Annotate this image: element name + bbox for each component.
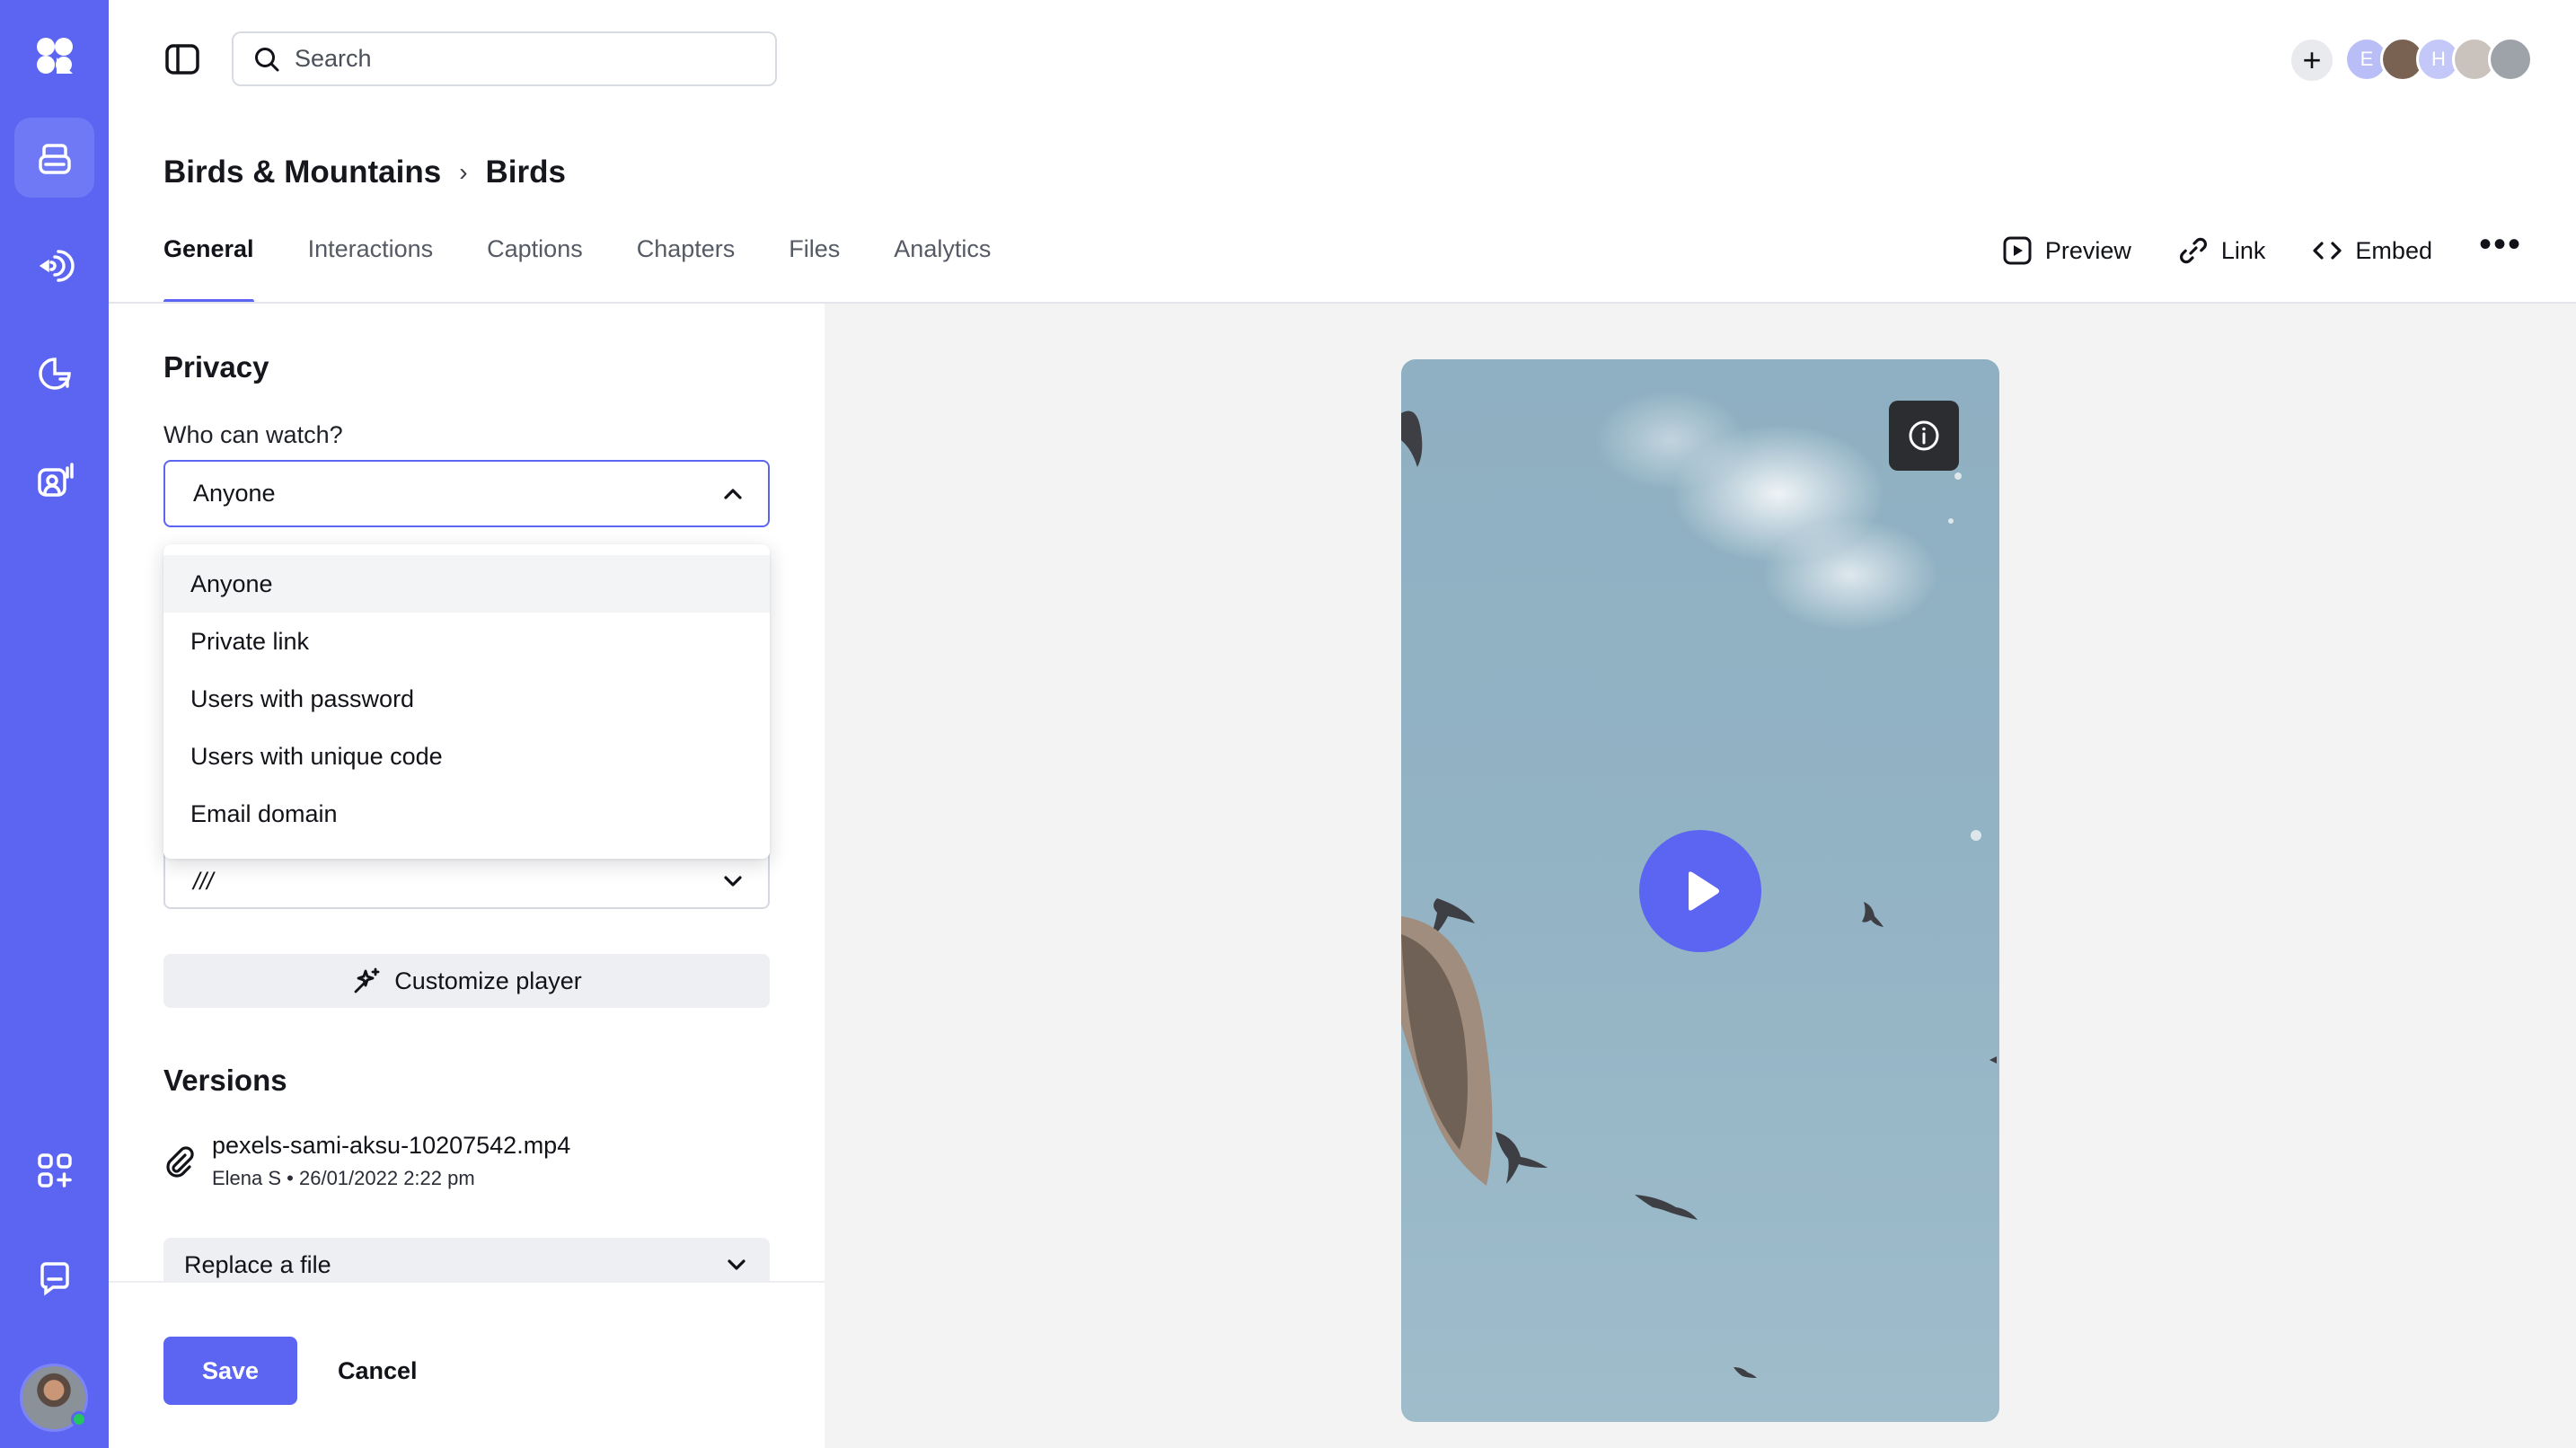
- apps-add-icon: [37, 1152, 72, 1188]
- video-preview-area: [825, 304, 2576, 1448]
- chat-icon: [40, 1261, 69, 1295]
- rail-item-broadcast[interactable]: [14, 225, 94, 305]
- tab-captions[interactable]: Captions: [487, 235, 583, 304]
- code-icon: [2313, 242, 2342, 260]
- search-input[interactable]: [295, 45, 726, 73]
- info-icon: [1909, 420, 1939, 451]
- chevron-up-icon: [724, 488, 742, 499]
- tab-analytics[interactable]: Analytics: [894, 235, 991, 304]
- privacy-title: Privacy: [163, 350, 269, 384]
- tab-chapters[interactable]: Chapters: [637, 235, 736, 304]
- breadcrumb: Birds & Mountains › Birds: [163, 155, 566, 190]
- link-icon: [2179, 237, 2207, 264]
- video-play-button[interactable]: [1639, 830, 1761, 952]
- collaborator-avatars[interactable]: EH: [2344, 37, 2533, 82]
- tab-bar: General Interactions Captions Chapters F…: [163, 235, 991, 304]
- play-icon: [1689, 871, 1719, 911]
- logo[interactable]: [14, 15, 94, 95]
- privacy-select[interactable]: Anyone: [163, 460, 770, 527]
- header-actions: Preview Link Embed •••: [2002, 226, 2522, 266]
- save-button[interactable]: Save: [163, 1337, 297, 1405]
- privacy-selected-value: Anyone: [193, 480, 276, 507]
- link-label: Link: [2220, 236, 2266, 264]
- tab-files[interactable]: Files: [789, 235, 840, 304]
- rail-item-messages[interactable]: [14, 1238, 94, 1318]
- chevron-right-icon: ›: [459, 158, 468, 186]
- secondary-select-value: ///: [193, 867, 214, 895]
- who-can-watch-label: Who can watch?: [163, 421, 343, 448]
- add-collaborator-button[interactable]: +: [2291, 40, 2333, 81]
- more-options-icon[interactable]: •••: [2479, 226, 2522, 262]
- customize-player-button[interactable]: Customize player: [163, 954, 770, 1008]
- sidebar-toggle-icon[interactable]: [164, 43, 200, 75]
- current-user-avatar[interactable]: [20, 1364, 88, 1432]
- top-bar: + EH: [109, 0, 2576, 117]
- preview-button[interactable]: Preview: [2002, 235, 2131, 266]
- online-status-indicator: [71, 1411, 87, 1427]
- user-analytics-icon: [37, 462, 74, 497]
- magic-wand-icon: [354, 967, 380, 993]
- rail-item-analytics[interactable]: [14, 333, 94, 413]
- app-rail: [0, 0, 109, 1448]
- chevron-down-icon: [724, 876, 742, 887]
- embed-label: Embed: [2355, 236, 2432, 264]
- privacy-option-anyone[interactable]: Anyone: [163, 555, 770, 613]
- versions-title: Versions: [163, 1064, 287, 1097]
- play-square-icon: [2003, 236, 2032, 265]
- privacy-dropdown-menu: Anyone Private link Users with password …: [163, 544, 770, 859]
- version-file-name: pexels-sami-aksu-10207542.mp4: [212, 1132, 571, 1159]
- replace-file-label: Replace a file: [184, 1250, 331, 1278]
- rail-item-library[interactable]: [14, 118, 94, 198]
- pie-chart-icon: [38, 357, 71, 390]
- link-button[interactable]: Link: [2178, 235, 2266, 266]
- search-box[interactable]: [232, 31, 777, 86]
- plus-icon: +: [2302, 41, 2322, 78]
- video-info-button[interactable]: [1889, 401, 1959, 471]
- video-player[interactable]: [1401, 359, 1999, 1422]
- privacy-option-private-link[interactable]: Private link: [163, 613, 770, 670]
- version-meta: Elena S • 26/01/2022 2:22 pm: [212, 1167, 475, 1189]
- secondary-select[interactable]: ///: [163, 853, 770, 909]
- library-icon: [38, 143, 71, 174]
- broadcast-icon: [39, 249, 75, 282]
- app-logo-icon: [36, 37, 73, 74]
- breadcrumb-current: Birds: [485, 155, 566, 190]
- privacy-option-password[interactable]: Users with password: [163, 670, 770, 728]
- settings-panel: Privacy Who can watch? Anyone Anyone Pri…: [109, 304, 825, 1448]
- chevron-down-icon: [728, 1259, 745, 1270]
- privacy-option-unique-code[interactable]: Users with unique code: [163, 728, 770, 785]
- customize-player-label: Customize player: [394, 967, 582, 994]
- collaborator-avatar[interactable]: [2488, 37, 2533, 82]
- form-footer: Save Cancel: [109, 1281, 825, 1448]
- tab-general[interactable]: General: [163, 235, 254, 304]
- attachment-icon: [166, 1146, 194, 1178]
- tab-interactions[interactable]: Interactions: [308, 235, 434, 304]
- version-item: pexels-sami-aksu-10207542.mp4 Elena S • …: [163, 1132, 570, 1190]
- rail-item-integrations[interactable]: [14, 1130, 94, 1210]
- preview-label: Preview: [2044, 236, 2131, 264]
- search-icon: [255, 47, 279, 71]
- embed-button[interactable]: Embed: [2312, 235, 2432, 266]
- breadcrumb-parent[interactable]: Birds & Mountains: [163, 155, 441, 190]
- cancel-button[interactable]: Cancel: [338, 1337, 418, 1405]
- rail-item-people[interactable]: [14, 440, 94, 520]
- privacy-option-email-domain[interactable]: Email domain: [163, 785, 770, 843]
